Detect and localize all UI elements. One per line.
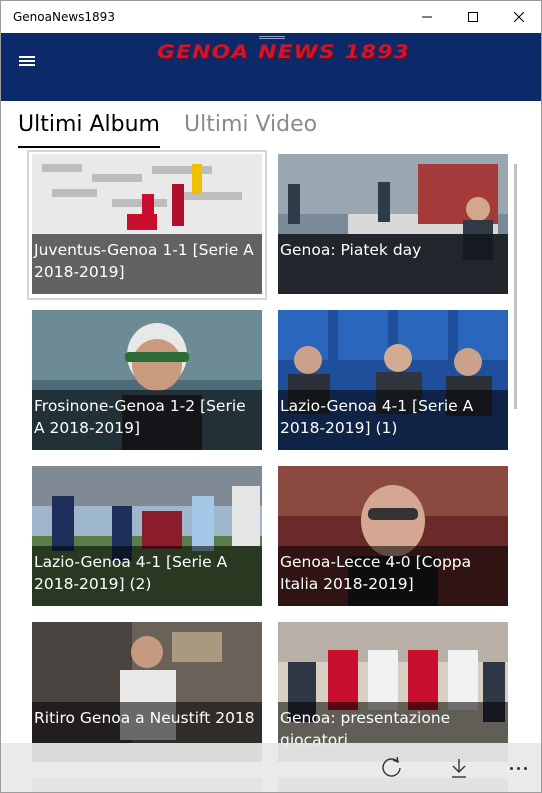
maximize-icon [468, 12, 478, 22]
album-caption: Genoa-Lecce 4-0 [Coppa Italia 2018-2019] [278, 546, 508, 606]
close-icon [514, 12, 524, 22]
tab-ultimi-video[interactable]: Ultimi Video [184, 112, 317, 148]
app-window: GenoaNews1893 GENOA NEWS 1893 Ultimi Alb… [0, 0, 542, 793]
album-tile[interactable]: Genoa: Piatek day [278, 154, 508, 294]
album-tile[interactable]: Genoa-Lecce 4-0 [Coppa Italia 2018-2019] [278, 466, 508, 606]
minimize-button[interactable] [404, 1, 450, 33]
refresh-icon [382, 756, 401, 777]
more-icon [509, 766, 527, 770]
hamburger-menu-button[interactable] [19, 53, 37, 67]
window-title: GenoaNews1893 [13, 10, 115, 24]
more-options-button[interactable] [503, 753, 533, 783]
app-header: GENOA NEWS 1893 [1, 33, 541, 101]
album-tile[interactable]: Lazio-Genoa 4-1 [Serie A 2018-2019] (2) [32, 466, 262, 606]
tab-ultimi-album[interactable]: Ultimi Album [18, 112, 160, 148]
tab-bar: Ultimi Album Ultimi Video [18, 112, 341, 148]
close-button[interactable] [496, 1, 541, 33]
album-tile[interactable]: Ritiro Genoa a Neustift 2018 [32, 622, 262, 762]
download-button[interactable] [444, 753, 474, 783]
refresh-button[interactable] [377, 753, 407, 783]
album-caption: Frosinone-Genoa 1-2 [Serie A 2018-2019] [32, 390, 262, 450]
selection-focus-frame [27, 150, 267, 300]
album-tile[interactable]: Lazio-Genoa 4-1 [Serie A 2018-2019] (1) [278, 310, 508, 450]
maximize-button[interactable] [450, 1, 496, 33]
bottom-app-bar [1, 743, 541, 792]
album-caption: Genoa: Piatek day [278, 234, 508, 294]
app-logo: GENOA NEWS 1893 [157, 41, 410, 63]
drag-grip[interactable] [259, 36, 285, 39]
album-tile[interactable]: Genoa: presentazione giocatori [278, 622, 508, 762]
album-caption: Lazio-Genoa 4-1 [Serie A 2018-2019] (2) [32, 546, 262, 606]
minimize-icon [422, 16, 432, 18]
album-tile[interactable]: Frosinone-Genoa 1-2 [Serie A 2018-2019] [32, 310, 262, 450]
vertical-scrollbar[interactable] [514, 164, 517, 409]
album-caption: Lazio-Genoa 4-1 [Serie A 2018-2019] (1) [278, 390, 508, 450]
download-icon [452, 759, 466, 778]
title-bar: GenoaNews1893 [1, 1, 541, 33]
